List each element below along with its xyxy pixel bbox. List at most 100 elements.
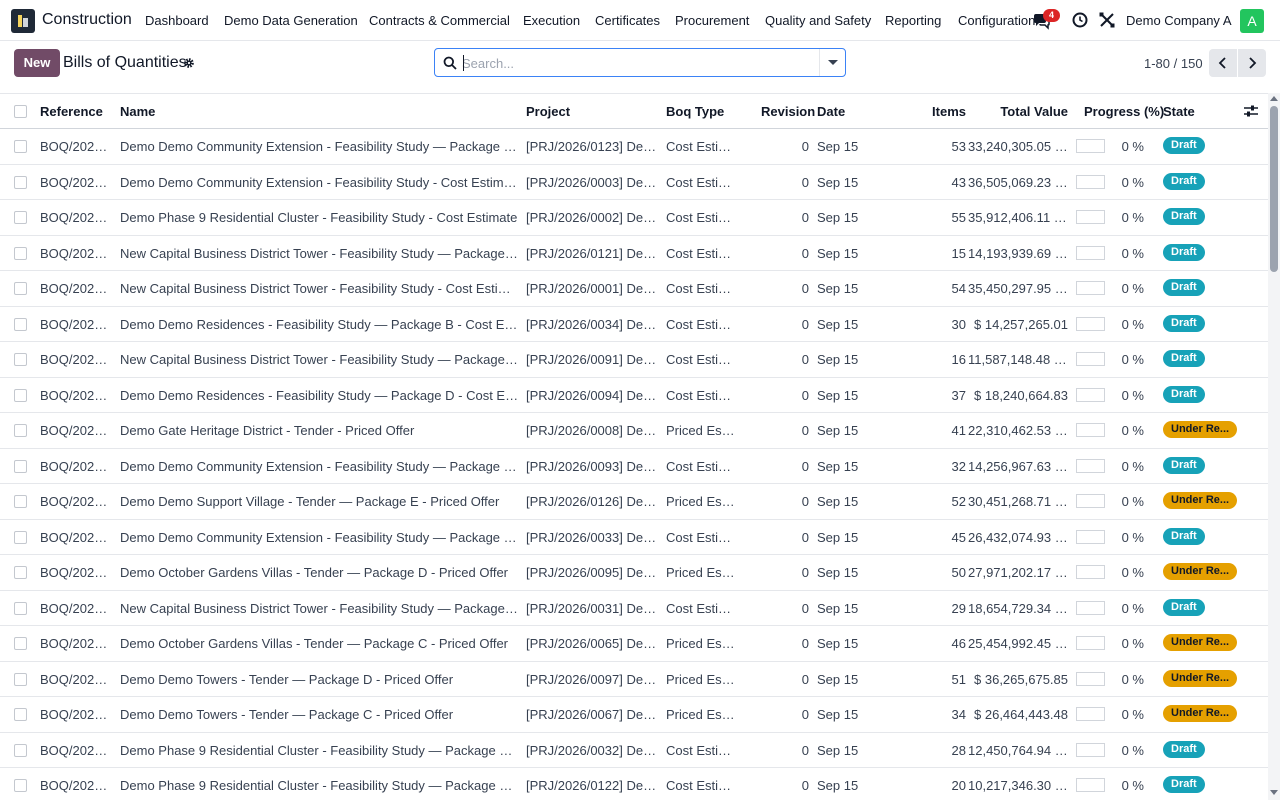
cell-project[interactable]: [PRJ/2026/0067] Dem... — [526, 707, 659, 722]
scroll-down-icon[interactable] — [1270, 790, 1278, 795]
cell-project[interactable]: [PRJ/2026/0008] Dem... — [526, 423, 659, 438]
column-items[interactable]: Items — [920, 104, 966, 119]
table-row[interactable]: BOQ/2026... Demo Demo Community Extension… — [0, 129, 1268, 165]
row-checkbox[interactable] — [14, 353, 27, 366]
column-revision[interactable]: Revision — [761, 104, 815, 119]
row-checkbox[interactable] — [14, 175, 27, 189]
menu-certificates[interactable]: Certificates — [595, 13, 660, 28]
row-checkbox[interactable] — [14, 282, 27, 295]
cell-project[interactable]: [PRJ/2026/0094] Dem... — [526, 388, 659, 403]
cell-project[interactable]: [PRJ/2026/0001] Dem... — [526, 281, 659, 296]
row-checkbox[interactable] — [14, 672, 27, 686]
optional-columns-icon[interactable] — [1243, 104, 1259, 118]
row-checkbox[interactable] — [14, 140, 27, 153]
column-boq-type[interactable]: Boq Type — [666, 104, 724, 119]
cell-project[interactable]: [PRJ/2026/0126] Dem... — [526, 494, 659, 509]
row-checkbox[interactable] — [14, 601, 27, 615]
table-row[interactable]: BOQ/2026... Demo Demo Community Extension… — [0, 449, 1268, 484]
cell-project[interactable]: [PRJ/2026/0097] Dem... — [526, 672, 659, 687]
column-progress[interactable]: Progress (%) — [1084, 104, 1164, 119]
user-avatar[interactable]: A — [1240, 9, 1264, 33]
row-checkbox[interactable] — [14, 317, 27, 331]
select-all-checkbox[interactable] — [14, 105, 27, 118]
clock-icon[interactable] — [1072, 12, 1088, 28]
table-row[interactable]: BOQ/2026... New Capital Business District… — [0, 342, 1268, 378]
cell-project[interactable]: [PRJ/2026/0002] Dem... — [526, 210, 659, 225]
table-row[interactable]: BOQ/2026... Demo Demo Towers - Tender — P… — [0, 662, 1268, 697]
scrollbar-thumb[interactable] — [1270, 106, 1278, 272]
menu-reporting[interactable]: Reporting — [885, 13, 941, 28]
table-row[interactable]: BOQ/2026... New Capital Business District… — [0, 236, 1268, 271]
progress-bar — [1076, 245, 1105, 260]
menu-quality-safety[interactable]: Quality and Safety — [765, 13, 871, 28]
app-name[interactable]: Construction — [42, 11, 132, 29]
menu-dashboard[interactable]: Dashboard — [145, 13, 209, 28]
page-title[interactable]: Bills of Quantities — [63, 54, 187, 72]
menu-procurement[interactable]: Procurement — [675, 13, 749, 28]
table-row[interactable]: BOQ/2026... Demo Gate Heritage District -… — [0, 413, 1268, 449]
row-checkbox[interactable] — [14, 388, 27, 402]
cell-revision: 0 — [801, 636, 809, 651]
pager-value[interactable]: 1-80 / 150 — [1144, 56, 1203, 71]
tools-icon[interactable] — [1099, 12, 1115, 28]
table-row[interactable]: BOQ/2026... New Capital Business District… — [0, 591, 1268, 626]
column-reference[interactable]: Reference — [40, 104, 103, 119]
menu-execution[interactable]: Execution — [523, 13, 580, 28]
cell-project[interactable]: [PRJ/2026/0122] Dem... — [526, 778, 659, 793]
cell-project[interactable]: [PRJ/2026/0031] Dem... — [526, 601, 659, 616]
table-row[interactable]: BOQ/2026... Demo Phase 9 Residential Clus… — [0, 768, 1268, 800]
cell-project[interactable]: [PRJ/2026/0121] Dem... — [526, 246, 659, 261]
app-icon[interactable] — [11, 9, 35, 33]
cell-project[interactable]: [PRJ/2026/0034] Dem... — [526, 317, 659, 332]
cell-project[interactable]: [PRJ/2026/0123] Dem... — [526, 139, 659, 154]
company-switcher[interactable]: Demo Company A — [1126, 13, 1232, 28]
menu-contracts-commercial[interactable]: Contracts & Commercial — [369, 13, 510, 28]
row-checkbox[interactable] — [14, 424, 27, 437]
row-checkbox[interactable] — [14, 637, 27, 650]
column-project[interactable]: Project — [526, 104, 570, 119]
search-options-toggle[interactable] — [819, 49, 845, 76]
table-row[interactable]: BOQ/2026... Demo Phase 9 Residential Clus… — [0, 733, 1268, 768]
row-checkbox[interactable] — [14, 566, 27, 579]
table-row[interactable]: BOQ/2026... Demo Demo Community Extension… — [0, 520, 1268, 555]
cell-project[interactable]: [PRJ/2026/0095] Dem... — [526, 565, 659, 580]
table-row[interactable]: BOQ/2026... Demo Demo Support Village - T… — [0, 484, 1268, 520]
column-state[interactable]: State — [1163, 104, 1195, 119]
table-row[interactable]: BOQ/2026... Demo October Gardens Villas -… — [0, 626, 1268, 662]
cell-project[interactable]: [PRJ/2026/0003] Dem... — [526, 175, 659, 190]
row-checkbox[interactable] — [14, 708, 27, 721]
gear-icon[interactable] — [183, 57, 195, 69]
row-checkbox[interactable] — [14, 743, 27, 757]
cell-project[interactable]: [PRJ/2026/0033] Dem... — [526, 530, 659, 545]
row-checkbox[interactable] — [14, 530, 27, 544]
table-row[interactable]: BOQ/2026... New Capital Business District… — [0, 271, 1268, 307]
table-row[interactable]: BOQ/2026... Demo Demo Towers - Tender — P… — [0, 697, 1268, 733]
cell-project[interactable]: [PRJ/2026/0091] Dem... — [526, 352, 659, 367]
column-date[interactable]: Date — [817, 104, 845, 119]
table-row[interactable]: BOQ/2026... Demo Demo Community Extension… — [0, 165, 1268, 200]
table-row[interactable]: BOQ/2026... Demo Phase 9 Residential Clus… — [0, 200, 1268, 236]
cell-progress: 0 % — [1121, 671, 1144, 687]
search-input[interactable] — [462, 53, 817, 73]
search-bar[interactable] — [434, 48, 846, 77]
menu-configuration[interactable]: Configuration — [958, 13, 1035, 28]
new-button[interactable]: New — [14, 49, 60, 77]
pager-previous-button[interactable] — [1209, 49, 1237, 77]
table-row[interactable]: BOQ/2026... Demo Demo Residences - Feasib… — [0, 307, 1268, 342]
row-checkbox[interactable] — [14, 211, 27, 224]
pager-next-button[interactable] — [1238, 49, 1266, 77]
row-checkbox[interactable] — [14, 459, 27, 473]
row-checkbox[interactable] — [14, 246, 27, 260]
row-checkbox[interactable] — [14, 495, 27, 508]
row-checkbox[interactable] — [14, 779, 27, 792]
cell-project[interactable]: [PRJ/2026/0093] Dem... — [526, 459, 659, 474]
column-total-value[interactable]: Total Value — [978, 104, 1068, 119]
cell-progress: 0 % — [1121, 494, 1144, 509]
cell-project[interactable]: [PRJ/2026/0032] Dem... — [526, 743, 659, 758]
table-row[interactable]: BOQ/2026... Demo Demo Residences - Feasib… — [0, 378, 1268, 413]
cell-project[interactable]: [PRJ/2026/0065] Dem... — [526, 636, 659, 651]
column-name[interactable]: Name — [120, 104, 155, 119]
menu-demo-data-generation[interactable]: Demo Data Generation — [224, 13, 358, 28]
scroll-up-icon[interactable] — [1270, 96, 1278, 101]
table-row[interactable]: BOQ/2026... Demo October Gardens Villas -… — [0, 555, 1268, 591]
